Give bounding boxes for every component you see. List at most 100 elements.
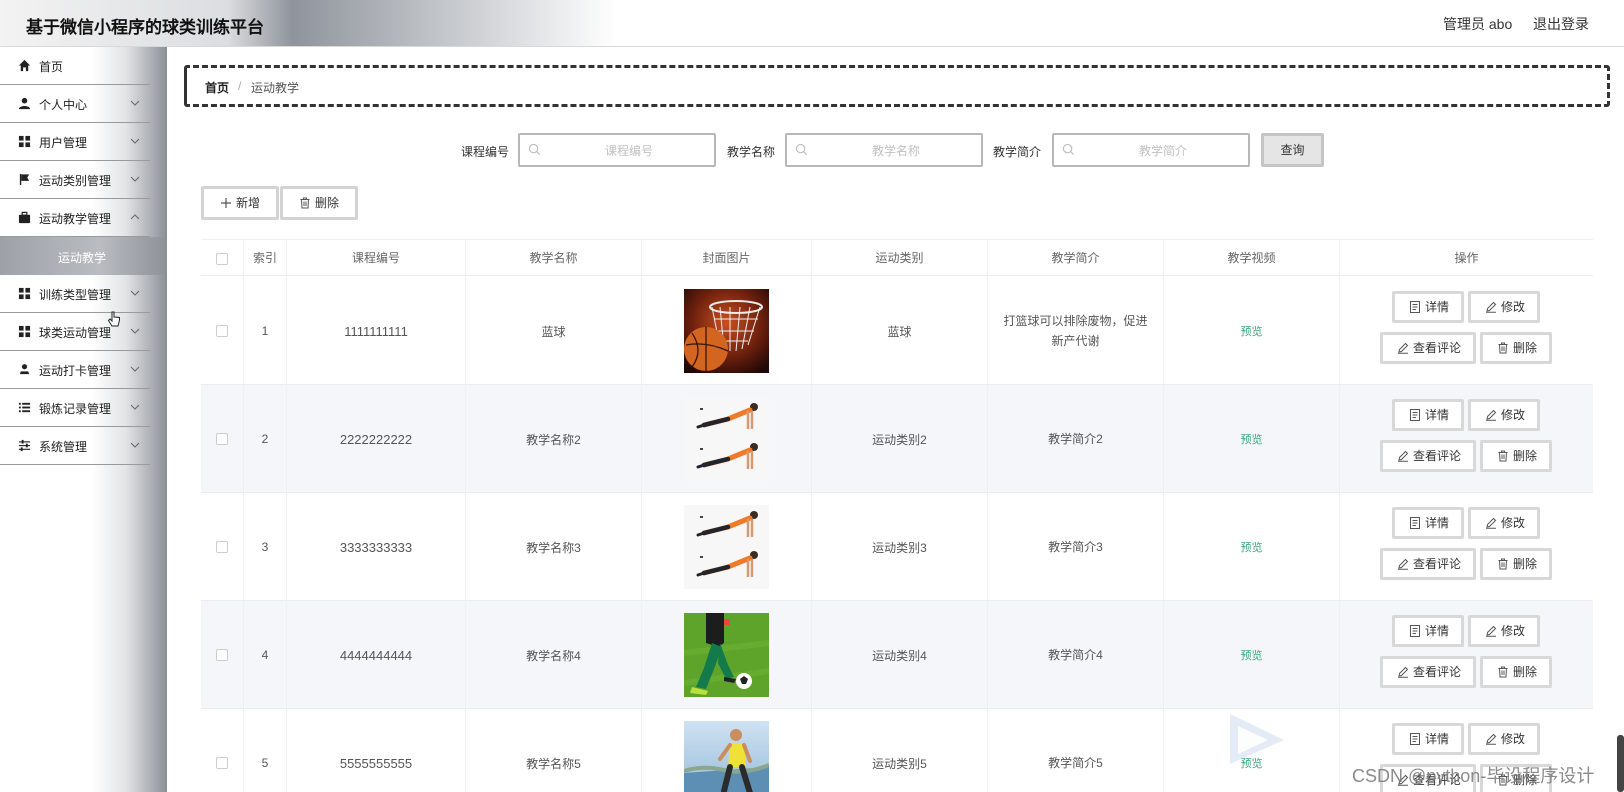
detail-button-label: 详情: [1425, 624, 1450, 638]
search-input-code[interactable]: [546, 139, 712, 163]
detail-button-label: 详情: [1425, 516, 1450, 530]
sidebar-item-personal-center[interactable]: 个人中心: [0, 85, 150, 123]
row-checkbox[interactable]: [216, 433, 228, 445]
delete-button[interactable]: 删除: [1480, 440, 1552, 472]
search-input-intro[interactable]: [1080, 139, 1246, 163]
video-preview-link[interactable]: 预览: [1241, 539, 1263, 555]
video-preview-link[interactable]: 预览: [1241, 323, 1263, 339]
grid-icon: [18, 135, 31, 148]
cell-video: 预览: [1164, 601, 1340, 709]
cell-actions: 详情 修改查看评论 删除: [1340, 493, 1593, 601]
sidebar-item-sport-category[interactable]: 运动类别管理: [0, 161, 150, 199]
detail-button[interactable]: 详情: [1392, 507, 1464, 539]
video-preview-link[interactable]: 预览: [1241, 647, 1263, 663]
cell-actions: 详情 修改查看评论 删除: [1340, 601, 1593, 709]
detail-button[interactable]: 详情: [1392, 615, 1464, 647]
delete-button-label: 删除: [1513, 557, 1538, 571]
row-checkbox[interactable]: [216, 649, 228, 661]
search-input-name[interactable]: [813, 139, 979, 163]
cell-index: 1: [244, 277, 287, 385]
breadcrumb-separator: /: [238, 79, 242, 93]
edit-button[interactable]: 修改: [1468, 399, 1540, 431]
add-button-label: 新增: [236, 196, 261, 210]
cell-category: 运动类别4: [812, 601, 988, 709]
view-comments-button[interactable]: 查看评论: [1380, 656, 1476, 688]
page-scrollbar[interactable]: [1617, 735, 1624, 792]
delete-button[interactable]: 删除: [1480, 332, 1552, 364]
row-select-cell: [201, 493, 244, 601]
add-button[interactable]: 新增: [201, 186, 279, 220]
cover-image[interactable]: [684, 505, 769, 589]
cell-code: 4444444444: [287, 601, 466, 709]
header-cover: 封面图片: [642, 240, 812, 277]
header-code: 课程编号: [287, 240, 466, 277]
video-preview-link[interactable]: 预览: [1241, 431, 1263, 447]
search-field-name[interactable]: [785, 133, 983, 167]
row-checkbox[interactable]: [216, 541, 228, 553]
edit-button[interactable]: 修改: [1468, 291, 1540, 323]
app-title: 基于微信小程序的球类训练平台: [26, 18, 264, 37]
row-checkbox[interactable]: [216, 757, 228, 769]
delete-button[interactable]: 删除: [1480, 656, 1552, 688]
detail-button-label: 详情: [1425, 300, 1450, 314]
chevron-down-icon: [130, 328, 140, 334]
batch-delete-label: 删除: [315, 196, 340, 210]
edit-button[interactable]: 修改: [1468, 723, 1540, 755]
search-field-code[interactable]: [518, 133, 716, 167]
sidebar-item-exercise-record[interactable]: 锻炼记录管理: [0, 389, 150, 427]
sidebar-item-home[interactable]: 首页: [0, 47, 150, 85]
top-header: 基于微信小程序的球类训练平台 管理员 abo 退出登录: [0, 0, 1624, 47]
delete-button[interactable]: 删除: [1480, 548, 1552, 580]
logout-link[interactable]: 退出登录: [1533, 14, 1589, 34]
cover-image[interactable]: [684, 613, 769, 697]
detail-button[interactable]: 详情: [1392, 399, 1464, 431]
trash-icon: [300, 197, 310, 209]
cover-image[interactable]: [684, 721, 769, 792]
edit-icon: [1486, 301, 1497, 313]
view-comments-label: 查看评论: [1413, 341, 1462, 355]
chevron-down-icon: [130, 366, 140, 372]
sidebar-item-sport-checkin[interactable]: 运动打卡管理: [0, 351, 150, 389]
search-icon: [795, 143, 808, 156]
chevron-down-icon: [130, 176, 140, 182]
sidebar-subitem-sport-teaching[interactable]: 运动教学: [0, 237, 167, 275]
header-name: 教学名称: [466, 240, 642, 277]
detail-button[interactable]: 详情: [1392, 723, 1464, 755]
select-all-checkbox[interactable]: [216, 252, 228, 265]
breadcrumb: 首页 / 运动教学: [184, 65, 1610, 107]
search-field-intro[interactable]: [1052, 133, 1250, 167]
view-comments-button[interactable]: 查看评论: [1380, 332, 1476, 364]
table-row: 2 2222222222 教学名称2 运动类别2 教学简介2 预览 详情 修改 查看评论 删除: [201, 385, 1593, 493]
edit-icon: [1486, 517, 1497, 529]
chevron-down-icon: [130, 290, 140, 296]
document-icon: [1410, 409, 1420, 421]
cell-cover: [642, 709, 812, 792]
row-select-cell: [201, 277, 244, 385]
watermark-text: CSDN @python-毕设程序设计: [1352, 766, 1595, 786]
edit-button[interactable]: 修改: [1468, 507, 1540, 539]
sidebar-item-sport-teaching[interactable]: 运动教学管理: [0, 199, 150, 237]
cover-image[interactable]: [684, 289, 769, 373]
cell-intro: 教学简介3: [988, 493, 1164, 601]
breadcrumb-home[interactable]: 首页: [205, 79, 229, 96]
cover-image[interactable]: [684, 397, 769, 481]
table-row: 1 1111111111 蓝球 蓝球 打篮球可以排除废物，促进新产代谢 预览 详情 修改 查看评…: [201, 277, 1593, 385]
cell-name: 教学名称2: [466, 385, 642, 493]
cell-category: 运动类别3: [812, 493, 988, 601]
sidebar-item-system[interactable]: 系统管理: [0, 427, 150, 465]
edit-button[interactable]: 修改: [1468, 615, 1540, 647]
plus-icon: [221, 198, 231, 208]
query-button[interactable]: 查询: [1261, 133, 1324, 167]
cell-actions: 详情 修改查看评论 删除: [1340, 385, 1593, 493]
row-checkbox[interactable]: [216, 325, 228, 337]
view-comments-button[interactable]: 查看评论: [1380, 440, 1476, 472]
person-icon: [18, 97, 31, 110]
batch-delete-button[interactable]: 删除: [280, 186, 358, 220]
sidebar-item-ball-sport[interactable]: 球类运动管理: [0, 313, 150, 351]
header-actions: 操作: [1454, 251, 1479, 265]
sidebar-item-training-type[interactable]: 训练类型管理: [0, 275, 150, 313]
sidebar-item-user-management[interactable]: 用户管理: [0, 123, 150, 161]
chevron-up-icon: [130, 214, 140, 220]
detail-button[interactable]: 详情: [1392, 291, 1464, 323]
view-comments-button[interactable]: 查看评论: [1380, 548, 1476, 580]
